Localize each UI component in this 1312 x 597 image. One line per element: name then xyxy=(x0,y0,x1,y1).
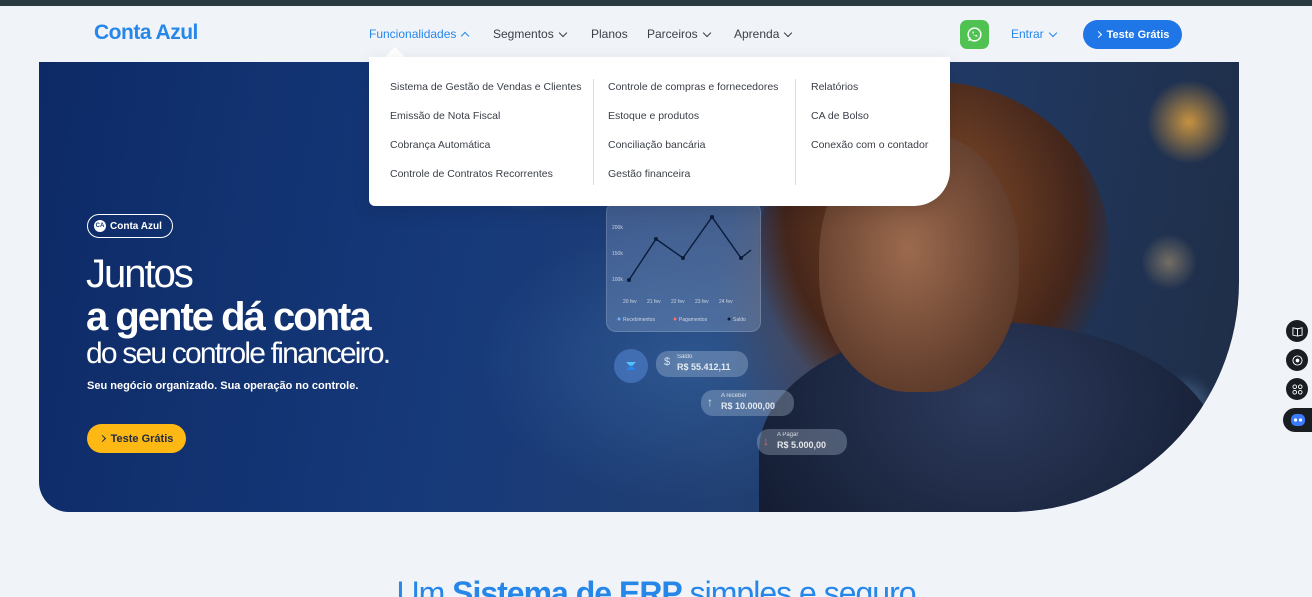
dropdown-item[interactable]: Controle de compras e fornecedores xyxy=(608,81,778,93)
x-tick: 23 fev xyxy=(695,299,709,305)
x-tick: 22 fev xyxy=(671,299,685,305)
pagar-card: ↓ A Pagar R$ 5.000,00 xyxy=(757,429,847,455)
x-tick: 24 fev xyxy=(719,299,733,305)
chatbot-icon xyxy=(1290,414,1305,426)
dropdown-item[interactable]: Estoque e produtos xyxy=(608,110,699,122)
dollar-icon: $ xyxy=(664,356,671,368)
chevron-down-icon xyxy=(784,28,793,37)
saldo-card: $ Saldo R$ 55.412,11 xyxy=(656,351,748,377)
chevron-down-icon xyxy=(1048,28,1057,37)
column-divider xyxy=(795,79,796,185)
main-navigation: Conta Azul Funcionalidades Segmentos Pla… xyxy=(0,6,1312,62)
hero-cta-label: Teste Grátis xyxy=(110,432,174,445)
legend-label: Pagamentos xyxy=(679,317,708,323)
whatsapp-icon xyxy=(967,27,982,42)
apps-widget-button[interactable] xyxy=(1286,378,1308,400)
dropdown-pointer xyxy=(385,47,405,57)
legend-marker xyxy=(673,317,677,321)
dropdown-item[interactable]: CA de Bolso xyxy=(811,110,869,122)
nav-aprenda[interactable]: Aprenda xyxy=(734,27,793,41)
brand-logo[interactable]: Conta Azul xyxy=(94,21,198,45)
arrow-down-icon: ↓ xyxy=(763,434,769,448)
mini-line-chart: 200k 150k 100k 20 fev 21 fev 22 fev 23 f… xyxy=(612,215,752,323)
dropdown-item[interactable]: Controle de Contratos Recorrentes xyxy=(390,168,553,180)
hero-subtitle: Seu negócio organizado. Sua operação no … xyxy=(87,380,359,392)
badge-logo-icon: CA xyxy=(94,220,106,232)
nav-label: Parceiros xyxy=(647,27,698,41)
arrow-up-icon: ↑ xyxy=(707,395,713,409)
hero-title-line1: Juntos xyxy=(86,252,194,296)
chevron-down-icon xyxy=(558,28,567,37)
chevron-up-icon xyxy=(461,31,470,40)
nav-funcionalidades[interactable]: Funcionalidades xyxy=(369,27,470,41)
series-point xyxy=(739,256,743,260)
legend-label: Saldo xyxy=(733,317,746,323)
nav-segmentos[interactable]: Segmentos xyxy=(493,27,567,41)
series-point xyxy=(627,278,631,282)
saldo-series-line xyxy=(628,215,752,281)
x-tick: 21 fev xyxy=(647,299,661,305)
section-title-post: simples e seguro xyxy=(689,575,917,597)
free-trial-label: Teste Grátis xyxy=(1106,28,1170,41)
nav-planos[interactable]: Planos xyxy=(591,27,628,41)
x-tick: 20 fev xyxy=(623,299,637,305)
mini-chart-card: 200k 150k 100k 20 fev 21 fev 22 fev 23 f… xyxy=(606,202,761,332)
y-tick: 150k xyxy=(612,251,623,257)
funcionalidades-dropdown: Sistema de Gestão de Vendas e Clientes E… xyxy=(369,57,950,206)
dropdown-item[interactable]: Cobrança Automática xyxy=(390,139,490,151)
chevron-right-icon xyxy=(1094,30,1102,39)
y-tick: 200k xyxy=(612,225,623,231)
column-divider xyxy=(593,79,594,185)
accessibility-widget-button[interactable] xyxy=(1286,349,1308,371)
section-title-bold: Sistema de ERP xyxy=(452,575,683,597)
accessibility-icon xyxy=(1291,354,1303,366)
legend-marker xyxy=(727,317,731,321)
y-tick: 100k xyxy=(612,277,623,283)
saldo-value: R$ 55.412,11 xyxy=(677,362,731,372)
receber-value: R$ 10.000,00 xyxy=(721,401,776,411)
section-title: Um Sistema de ERP simples e seguro xyxy=(0,575,1312,597)
chevron-down-icon xyxy=(702,28,711,37)
hero-title-line2: a gente dá conta xyxy=(86,295,372,339)
dropdown-item[interactable]: Sistema de Gestão de Vendas e Clientes xyxy=(390,81,581,93)
hero-badge: CA Conta Azul xyxy=(87,214,173,238)
chevron-right-icon xyxy=(98,434,106,443)
apps-icon xyxy=(1291,383,1303,395)
section-title-pre: Um xyxy=(396,575,445,597)
dropdown-item[interactable]: Conciliação bancária xyxy=(608,139,705,151)
dropdown-item[interactable]: Gestão financeira xyxy=(608,168,690,180)
receber-card: ↑ A receber R$ 10.000,00 xyxy=(701,390,794,416)
series-point xyxy=(654,237,658,241)
pagar-label: A Pagar xyxy=(777,432,799,438)
legend-marker xyxy=(617,317,621,321)
badge-label: Conta Azul xyxy=(110,220,162,232)
hero-free-trial-button[interactable]: Teste Grátis xyxy=(87,424,186,453)
whatsapp-button[interactable] xyxy=(960,20,989,49)
book-icon xyxy=(1291,326,1303,337)
nav-label: Planos xyxy=(591,27,628,41)
legend-label: Recebimentos xyxy=(623,317,655,323)
dropdown-item[interactable]: Relatórios xyxy=(811,81,858,93)
saldo-label: Saldo xyxy=(677,354,693,360)
login-label: Entrar xyxy=(1011,27,1044,41)
nav-label: Aprenda xyxy=(734,27,780,41)
conta-azul-logo-icon xyxy=(614,349,648,383)
dropdown-item[interactable]: Emissão de Nota Fiscal xyxy=(390,110,500,122)
pagar-value: R$ 5.000,00 xyxy=(777,440,827,450)
free-trial-button[interactable]: Teste Grátis xyxy=(1083,20,1182,49)
chatbot-widget-button[interactable] xyxy=(1283,408,1312,432)
hero-title-line3: do seu controle financeiro. xyxy=(86,337,391,370)
nav-label: Funcionalidades xyxy=(369,27,457,41)
series-point xyxy=(681,256,685,260)
login-link[interactable]: Entrar xyxy=(1011,27,1057,41)
book-widget-button[interactable] xyxy=(1286,320,1308,342)
dropdown-item[interactable]: Conexão com o contador xyxy=(811,139,928,151)
series-point xyxy=(710,215,714,219)
nav-parceiros[interactable]: Parceiros xyxy=(647,27,711,41)
nav-label: Segmentos xyxy=(493,27,554,41)
receber-label: A receber xyxy=(721,393,747,399)
ca-mark-icon xyxy=(626,362,636,370)
